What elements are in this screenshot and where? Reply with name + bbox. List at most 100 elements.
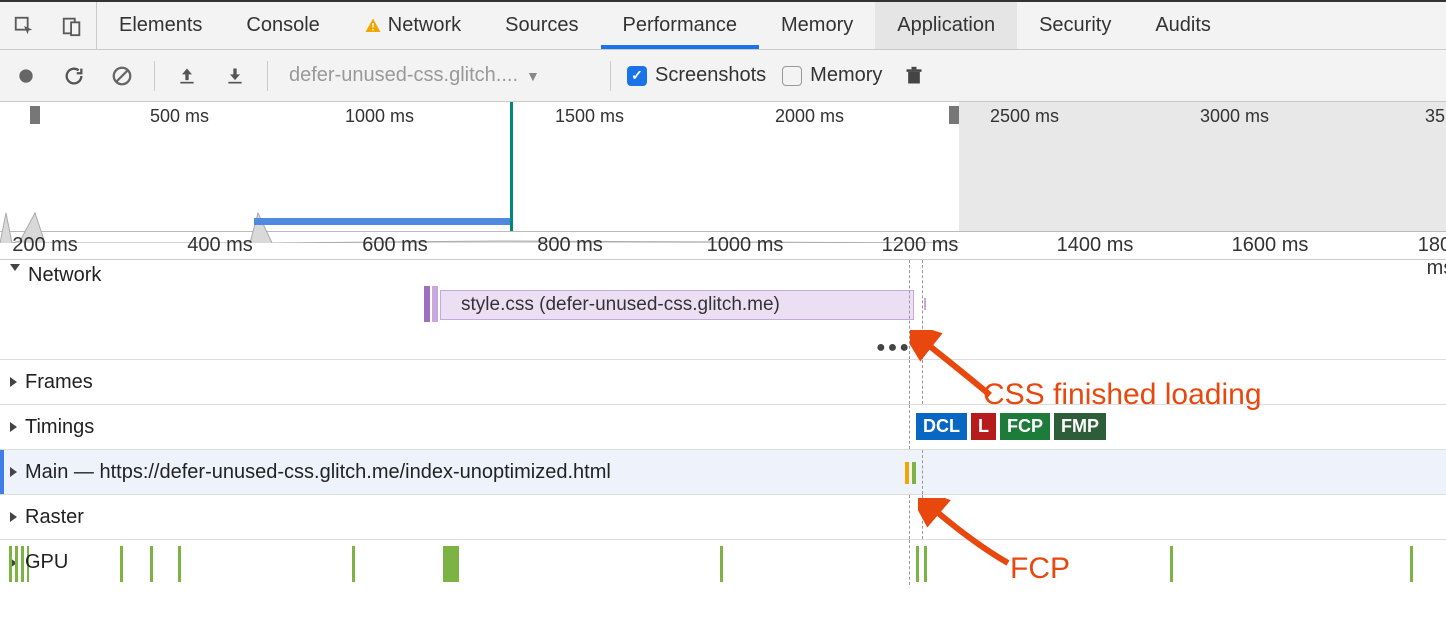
ruler-tick: 600 ms <box>362 234 428 257</box>
tab-label: Console <box>246 14 319 37</box>
chevron-down-icon: ▼ <box>526 68 540 84</box>
gpu-activity <box>924 546 927 582</box>
dropdown-label: defer-unused-css.glitch.... <box>289 64 518 87</box>
gpu-activity <box>1170 546 1173 582</box>
gpu-activity <box>120 546 123 582</box>
expand-icon <box>10 264 20 271</box>
raster-track[interactable]: Raster <box>0 495 1446 540</box>
gpu-activity <box>720 546 723 582</box>
overview-activity <box>0 203 960 217</box>
recording-dropdown[interactable]: defer-unused-css.glitch.... ▼ <box>284 61 594 90</box>
checkbox-label: Memory <box>810 64 882 87</box>
tab-sources[interactable]: Sources <box>483 2 600 49</box>
toolbar-separator <box>267 61 268 91</box>
badge-load[interactable]: L <box>971 413 996 440</box>
overview-tick: 1500 ms <box>555 106 624 127</box>
overview-fcp-marker <box>510 102 513 231</box>
toolbar-separator <box>610 61 611 91</box>
gpu-activity <box>150 546 153 582</box>
more-icon[interactable]: ●●● <box>876 339 911 357</box>
memory-checkbox[interactable]: Memory <box>782 64 882 87</box>
gpu-activity <box>178 546 181 582</box>
performance-toolbar: defer-unused-css.glitch.... ▼ ✓ Screensh… <box>0 50 1446 102</box>
tab-memory[interactable]: Memory <box>759 2 875 49</box>
gpu-activity <box>916 546 919 582</box>
tab-label: Application <box>897 14 995 37</box>
ruler-tick: 800 ms <box>537 234 603 257</box>
upload-button[interactable] <box>171 60 203 92</box>
tab-audits[interactable]: Audits <box>1133 2 1233 49</box>
tab-security[interactable]: Security <box>1017 2 1133 49</box>
tab-label: Security <box>1039 14 1111 37</box>
checkbox-checked-icon: ✓ <box>627 66 647 86</box>
expand-icon <box>10 377 17 387</box>
overview-tick: 2000 ms <box>775 106 844 127</box>
checkbox-label: Screenshots <box>655 64 766 87</box>
expand-icon <box>10 467 17 477</box>
tab-label: Network <box>388 14 461 37</box>
timing-badges: DCL L FCP FMP <box>916 413 1106 440</box>
main-event-mark <box>912 462 916 484</box>
badge-dcl[interactable]: DCL <box>916 413 967 440</box>
tab-label: Sources <box>505 14 578 37</box>
expand-icon <box>10 512 17 522</box>
toolbar-separator <box>154 61 155 91</box>
track-label: Network <box>28 264 101 287</box>
overview-tick: 1000 ms <box>345 106 414 127</box>
track-label: Main — https://defer-unused-css.glitch.m… <box>25 461 611 484</box>
tab-performance[interactable]: Performance <box>601 2 760 49</box>
frames-track[interactable]: Frames <box>0 360 1446 405</box>
network-request-bar[interactable]: style.css (defer-unused-css.glitch.me) <box>440 290 914 320</box>
main-track[interactable]: Main — https://defer-unused-css.glitch.m… <box>0 450 1446 495</box>
overview-handle-left[interactable] <box>30 106 40 124</box>
track-label: Raster <box>25 506 84 529</box>
track-label: Frames <box>25 371 93 394</box>
overview-tick: 3000 ms <box>1200 106 1269 127</box>
timings-track[interactable]: Timings DCL L FCP FMP <box>0 405 1446 450</box>
device-toggle-icon[interactable] <box>48 2 96 49</box>
overview-tick: 2500 ms <box>990 106 1059 127</box>
tab-label: Audits <box>1155 14 1211 37</box>
clear-button[interactable] <box>106 60 138 92</box>
gpu-track[interactable]: GPU <box>0 540 1446 585</box>
badge-fmp[interactable]: FMP <box>1054 413 1106 440</box>
request-label: style.css (defer-unused-css.glitch.me) <box>461 294 780 316</box>
ruler-tick: 400 ms <box>187 234 253 257</box>
performance-tracks: Network style.css (defer-unused-css.glit… <box>0 260 1446 585</box>
overview-tick: 500 ms <box>150 106 209 127</box>
inspect-icon[interactable] <box>0 2 48 49</box>
warning-icon <box>364 17 382 35</box>
gpu-activity <box>1410 546 1413 582</box>
tab-label: Performance <box>623 14 738 37</box>
ruler-tick: 200 ms <box>12 234 78 257</box>
tab-network[interactable]: Network <box>342 2 483 49</box>
network-track[interactable]: Network style.css (defer-unused-css.glit… <box>0 260 1446 360</box>
tab-application[interactable]: Application <box>875 2 1017 49</box>
reload-button[interactable] <box>58 60 90 92</box>
overview-ruler[interactable]: 500 ms 1000 ms 1500 ms 2000 ms 2500 ms 3… <box>0 102 1446 232</box>
expand-icon <box>10 422 17 432</box>
tab-elements[interactable]: Elements <box>97 2 224 49</box>
tab-console[interactable]: Console <box>224 2 341 49</box>
request-queue-marker <box>424 286 430 322</box>
devtools-tabs: Elements Console Network Sources Perform… <box>0 2 1446 50</box>
track-label: Timings <box>25 416 94 439</box>
tab-label: Elements <box>119 14 202 37</box>
ruler-tick: 1400 ms <box>1057 234 1134 257</box>
gpu-activity <box>443 546 459 582</box>
gpu-activity <box>352 546 355 582</box>
detail-ruler[interactable]: 200 ms 400 ms 600 ms 800 ms 1000 ms 1200… <box>0 232 1446 260</box>
request-end-tick <box>924 298 926 310</box>
record-button[interactable] <box>10 60 42 92</box>
download-button[interactable] <box>219 60 251 92</box>
overview-handle-right[interactable] <box>949 106 959 124</box>
screenshots-checkbox[interactable]: ✓ Screenshots <box>627 64 766 87</box>
ruler-tick: 1600 ms <box>1232 234 1309 257</box>
checkbox-unchecked-icon <box>782 66 802 86</box>
delete-button[interactable] <box>898 60 930 92</box>
track-label: GPU <box>25 551 68 574</box>
tab-label: Memory <box>781 14 853 37</box>
ruler-tick: 1000 ms <box>707 234 784 257</box>
main-event-mark <box>905 462 909 484</box>
badge-fcp[interactable]: FCP <box>1000 413 1050 440</box>
